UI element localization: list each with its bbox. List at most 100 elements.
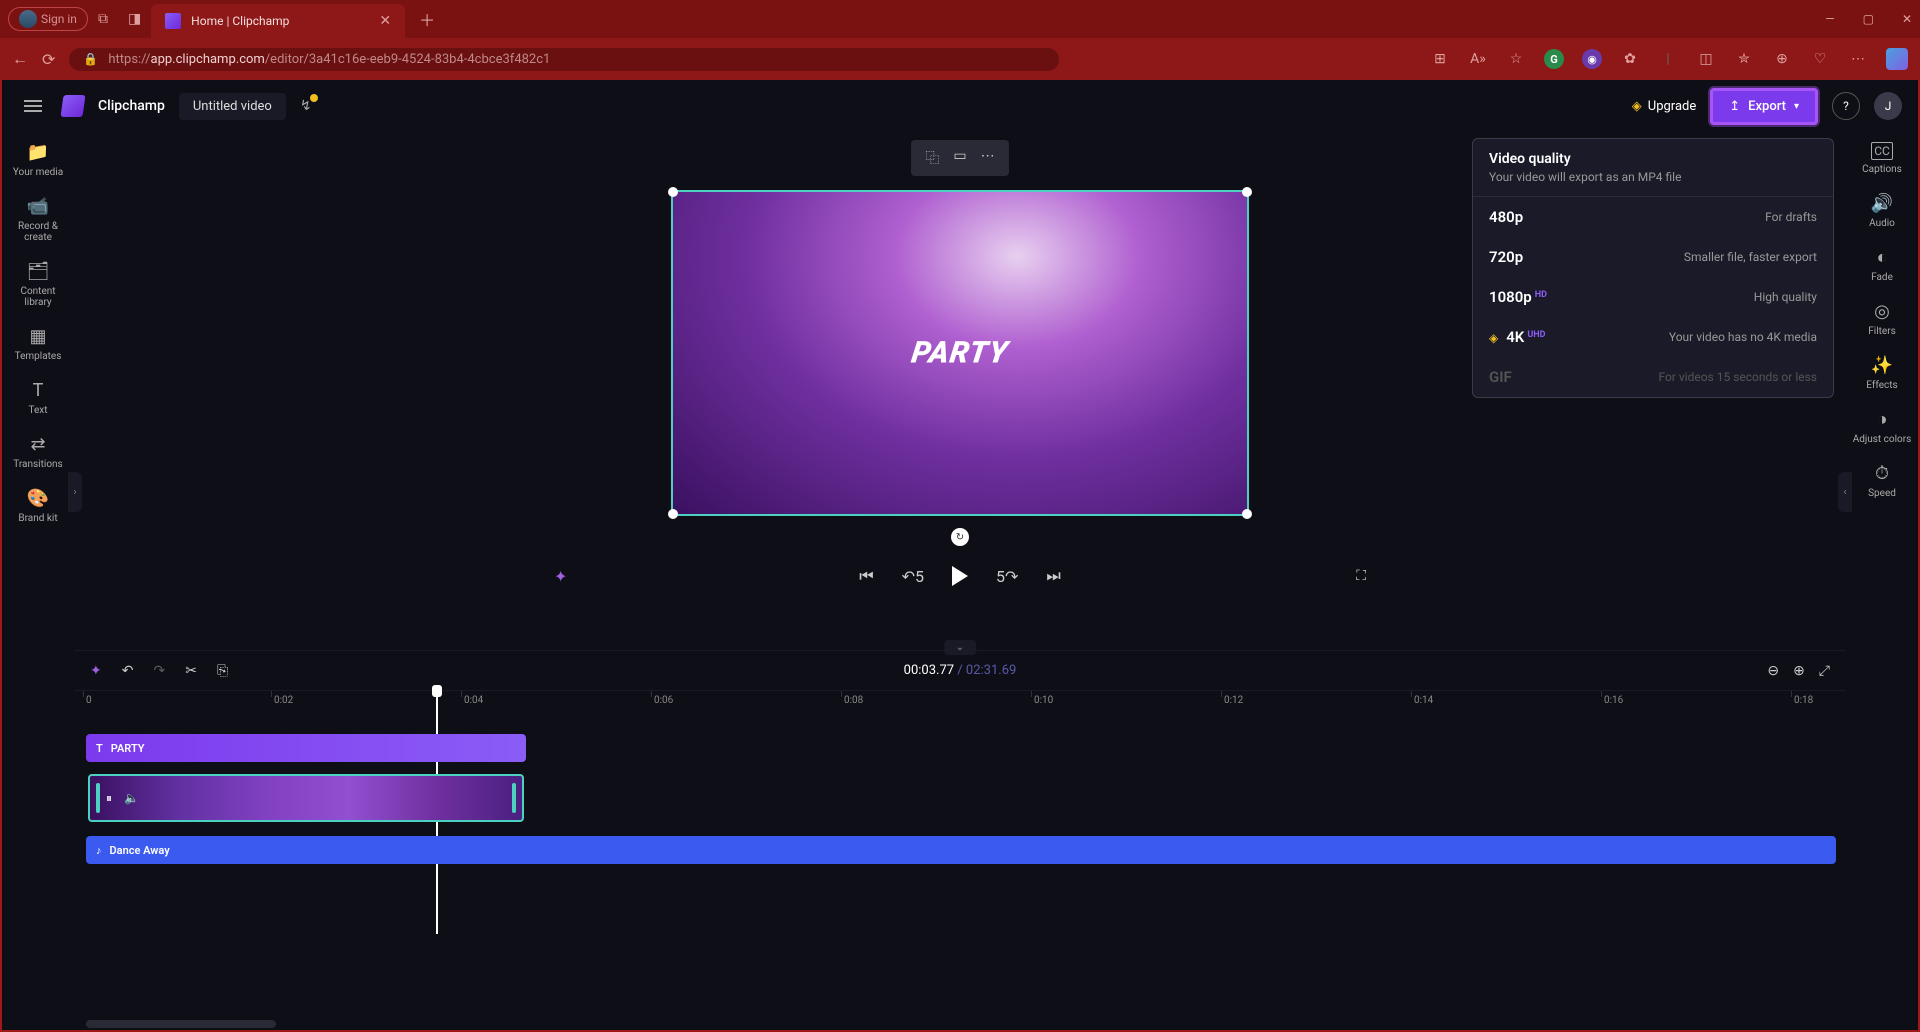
zoom-out-button[interactable]: ⊖ [1767,663,1779,679]
export-option-desc: Smaller file, faster export [1684,250,1817,264]
extension-icon[interactable]: ◉ [1582,49,1602,69]
forward-5-button[interactable]: 5↷ [996,567,1018,586]
url-input[interactable]: 🔒 https://app.clipchamp.com/editor/3a41c… [69,48,1059,71]
ruler-tick: 0:04 [464,695,483,706]
sidebar-item-audio[interactable]: 🔊Audio [1850,193,1914,229]
extensions-icon[interactable]: ✿ [1620,49,1640,69]
sidebar-item-text[interactable]: TText [6,380,70,416]
maximize-button[interactable]: ▢ [1863,12,1874,26]
sidebar-item-fade[interactable]: ◐Fade [1850,247,1914,283]
clip-trim-right[interactable] [512,783,516,813]
clipchamp-logo-icon [60,95,85,117]
ai-edit-button[interactable]: ✦ [90,663,102,679]
sidebar-item-brand-kit[interactable]: 🎨Brand kit [6,488,70,524]
ai-sparkle-button[interactable]: ✦ [554,567,567,586]
sync-status-icon[interactable]: ↯ [300,98,312,114]
new-tab-button[interactable]: ＋ [419,7,435,31]
undo-button[interactable]: ↶ [122,663,134,679]
sidebar-item-templates[interactable]: ▦Templates [6,326,70,362]
sidebar-item-speed[interactable]: ⏱Speed [1850,463,1914,499]
timeline-section: ⌄ ✦ ↶ ↷ ✂ ⎘ 00:03.77 / 02:31.69 ⊖ ⊕ ⤢ 00… [74,650,1846,1030]
zoom-in-button[interactable]: ⊕ [1793,663,1805,679]
sidebar-item-content-library[interactable]: 🗂Content library [6,261,70,308]
browser-essentials-icon[interactable]: ♡ [1810,49,1830,69]
sidebar-item-your-media[interactable]: 📁Your media [6,142,70,178]
fit-button[interactable]: ▭ [953,148,966,168]
collections-icon[interactable]: ⊕ [1772,49,1792,69]
project-title-input[interactable]: Untitled video [179,93,286,120]
duplicate-button[interactable]: ⎘ [217,663,228,679]
video-track: ⏸ 🔈 [74,774,1846,826]
tab-actions-icon[interactable]: ◨ [128,11,141,27]
export-button[interactable]: ↥ Export ▾ [1710,88,1818,125]
resize-handle-br[interactable] [1242,509,1252,519]
rewind-5-button[interactable]: ↶5 [902,567,924,586]
upgrade-button[interactable]: ◈ Upgrade [1632,99,1696,114]
export-option-480p[interactable]: 480pFor drafts [1473,197,1833,237]
help-button[interactable]: ? [1832,92,1860,120]
workspaces-icon[interactable]: ⧉ [98,11,108,27]
signin-button[interactable]: Sign in [8,7,88,31]
timeline-ruler[interactable]: 00:020:040:060:080:100:120:140:160:18 [74,690,1846,714]
split-button[interactable]: ✂ [185,663,197,679]
skip-end-button[interactable]: ⏭ [1046,566,1060,586]
export-option-720p[interactable]: 720pSmaller file, faster export [1473,237,1833,277]
volume-icon[interactable]: 🔈 [124,791,139,805]
sidebar-item-adjust-colors[interactable]: ◑Adjust colors [1850,409,1914,445]
diamond-icon: ◈ [1632,99,1642,114]
read-aloud-icon[interactable]: A» [1468,49,1488,69]
split-screen-icon[interactable]: ◫ [1696,49,1716,69]
more-options-button[interactable]: ⋯ [981,148,995,168]
timeline-time-display: 00:03.77 / 02:31.69 [904,663,1017,678]
skip-start-button[interactable]: ⏮ [859,566,873,586]
avatar-icon [19,10,37,28]
video-preview[interactable]: PARTY ↻ [671,190,1249,516]
menu-button[interactable] [18,94,48,118]
text-clip[interactable]: T PARTY [86,734,526,762]
app-header: Clipchamp Untitled video ↯ ◈ Upgrade ↥ E… [2,80,1918,132]
resize-handle-bl[interactable] [668,509,678,519]
back-button[interactable]: ← [12,49,28,69]
sidebar-item-record[interactable]: 📹Record & create [6,196,70,243]
grammarly-icon[interactable]: G [1544,49,1564,69]
more-icon[interactable]: ⋯ [1848,49,1868,69]
app-available-icon[interactable]: ⊞ [1430,49,1450,69]
right-sidebar: CCCaptions 🔊Audio ◐Fade ◎Filters ✨Effect… [1846,132,1918,499]
tab-close-icon[interactable]: ✕ [379,13,391,29]
close-window-button[interactable]: ✕ [1902,12,1912,26]
sidebar-item-transitions[interactable]: ⇄Transitions [6,434,70,470]
browser-tab[interactable]: Home | Clipchamp ✕ [151,4,405,38]
sidebar-item-filters[interactable]: ◎Filters [1850,301,1914,337]
ruler-tick: 0:02 [274,695,293,706]
export-option-4k[interactable]: ◈4KUHDYour video has no 4K media [1473,317,1833,357]
=[interactable]: ⏸ [106,791,112,806]
timeline-collapse-button[interactable]: ⌄ [944,640,976,655]
resize-handle-tr[interactable] [1242,187,1252,197]
resize-handle-tl[interactable] [668,187,678,197]
clip-trim-left[interactable] [96,783,100,813]
library-icon: 🗂 [27,261,50,282]
quality-badge: HD [1535,290,1547,300]
favorite-icon[interactable]: ☆ [1506,49,1526,69]
user-avatar[interactable]: J [1874,92,1902,120]
lock-icon: 🔒 [83,52,98,66]
templates-icon: ▦ [29,326,46,347]
crop-button[interactable]: ⿻ [925,148,939,168]
zoom-fit-button[interactable]: ⤢ [1819,663,1830,679]
sidebar-item-captions[interactable]: CCCaptions [1850,142,1914,175]
sidebar-item-effects[interactable]: ✨Effects [1850,355,1914,391]
favicon-icon [165,13,181,29]
export-option-1080p[interactable]: 1080pHDHigh quality [1473,277,1833,317]
video-clip[interactable]: ⏸ 🔈 [88,774,524,822]
copilot-icon[interactable] [1886,48,1908,70]
audio-clip[interactable]: ♪ Dance Away [86,836,1836,864]
play-button[interactable] [952,566,968,586]
refresh-button[interactable]: ⟳ [42,50,55,69]
timeline-scrollbar[interactable] [86,1020,276,1028]
minimize-button[interactable]: — [1825,12,1834,26]
rotate-handle[interactable]: ↻ [951,528,969,546]
brandkit-icon: 🎨 [27,488,49,509]
redo-button[interactable]: ↷ [153,663,165,679]
favorites-bar-icon[interactable]: ✮ [1734,49,1754,69]
fullscreen-button[interactable]: ⛶ [1356,568,1366,584]
